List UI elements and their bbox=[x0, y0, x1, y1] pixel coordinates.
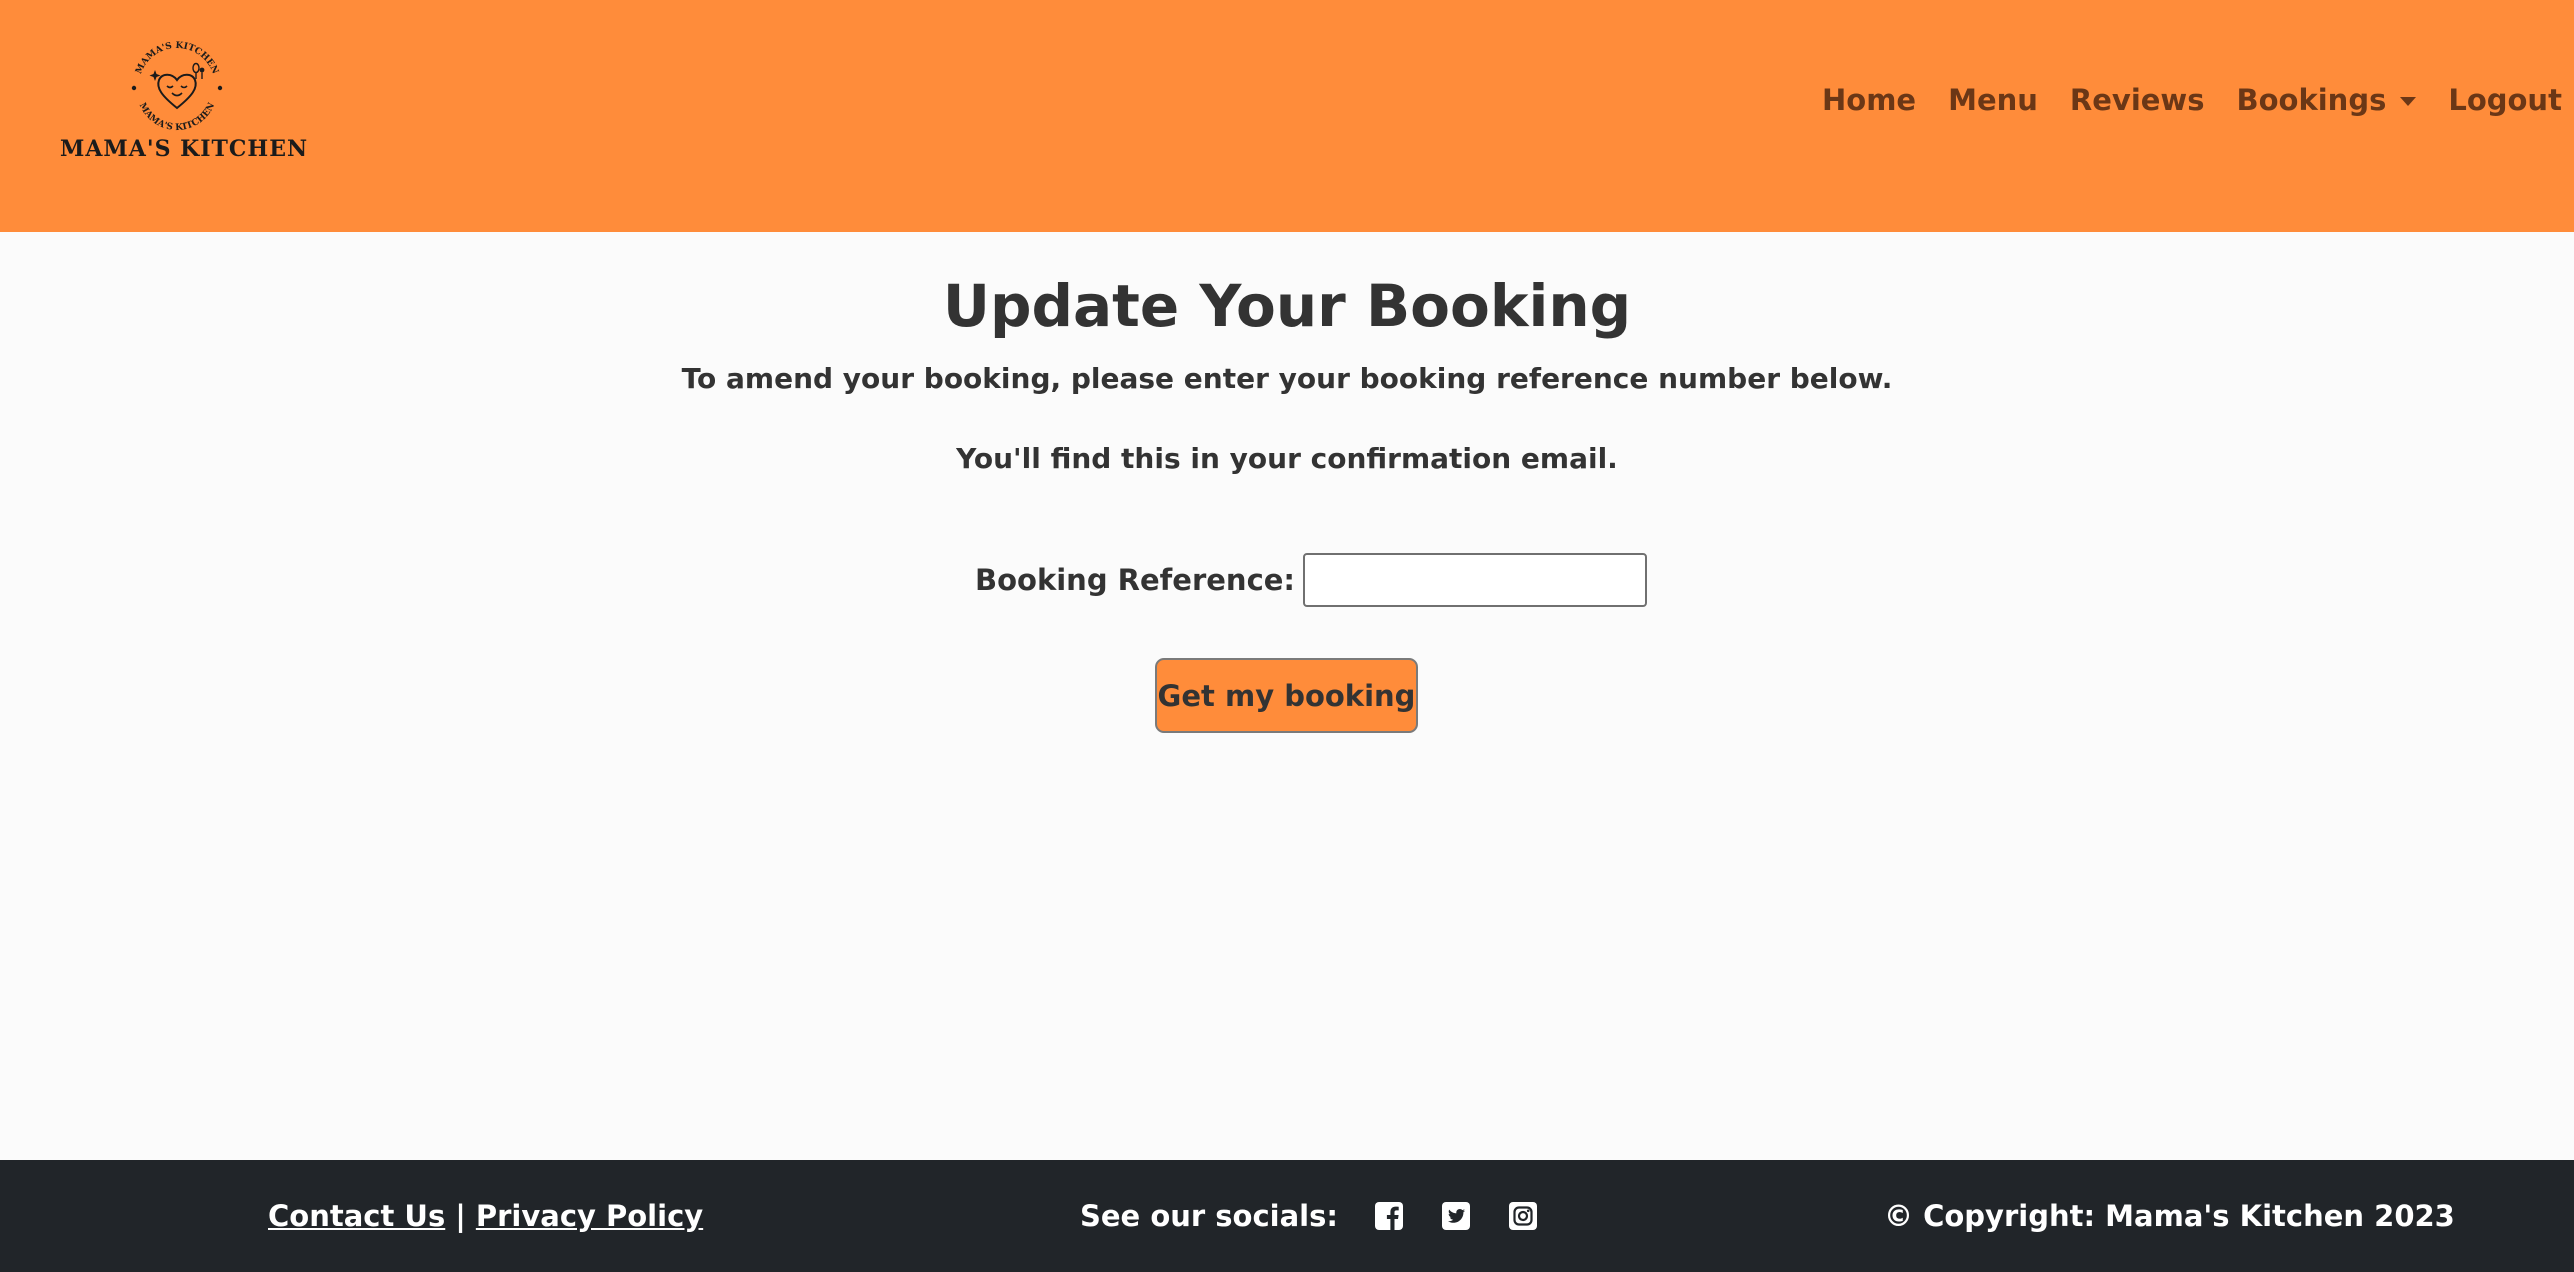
nav-bookings-label: Bookings bbox=[2236, 83, 2387, 117]
logo-text: MAMA'S KITCHEN bbox=[60, 136, 309, 162]
confirmation-hint-text: You'll find this in your confirmation em… bbox=[956, 442, 1618, 475]
main-nav: Home Menu Reviews Bookings Logout bbox=[1822, 78, 2562, 122]
nav-bookings-dropdown[interactable]: Bookings bbox=[2237, 83, 2417, 117]
main-content: Update Your Booking To amend your bookin… bbox=[0, 232, 2574, 1160]
nav-home-link[interactable]: Home bbox=[1822, 83, 1916, 117]
page-title: Update Your Booking bbox=[942, 272, 1632, 340]
facebook-icon[interactable] bbox=[1374, 1201, 1404, 1231]
booking-reference-input[interactable] bbox=[1303, 553, 1648, 607]
get-booking-button[interactable]: Get my booking bbox=[1155, 658, 1418, 733]
instruction-text: To amend your booking, please enter your… bbox=[681, 362, 1893, 395]
privacy-policy-link[interactable]: Privacy Policy bbox=[476, 1199, 703, 1233]
logo-badge-icon: MAMA'S KITCHEN MAMA'S KITCHEN bbox=[131, 41, 223, 133]
site-footer: Contact Us | Privacy Policy See our soci… bbox=[0, 1160, 2574, 1272]
site-logo[interactable]: MAMA'S KITCHEN MAMA'S KITCHEN MAMA'S KIT… bbox=[60, 34, 309, 164]
footer-links: Contact Us | Privacy Policy bbox=[268, 1160, 703, 1272]
copyright-text: © Copyright: Mama's Kitchen 2023 bbox=[1884, 1199, 2455, 1233]
twitter-icon[interactable] bbox=[1441, 1201, 1471, 1231]
nav-logout-link[interactable]: Logout bbox=[2448, 83, 2562, 117]
booking-reference-row: Booking Reference: bbox=[975, 550, 1648, 610]
booking-reference-label: Booking Reference: bbox=[975, 563, 1296, 597]
socials-label: See our socials: bbox=[1080, 1199, 1338, 1233]
site-header: MAMA'S KITCHEN MAMA'S KITCHEN MAMA'S KIT… bbox=[0, 0, 2574, 232]
nav-menu-link[interactable]: Menu bbox=[1948, 83, 2038, 117]
caret-down-icon bbox=[2400, 96, 2417, 106]
svg-text:MAMA'S KITCHEN: MAMA'S KITCHEN bbox=[137, 101, 217, 133]
socials-section: See our socials: bbox=[1080, 1160, 1538, 1272]
instagram-icon[interactable] bbox=[1508, 1201, 1538, 1231]
footer-separator: | bbox=[455, 1199, 466, 1233]
contact-us-link[interactable]: Contact Us bbox=[268, 1199, 445, 1233]
nav-reviews-link[interactable]: Reviews bbox=[2070, 83, 2205, 117]
svg-text:MAMA'S KITCHEN: MAMA'S KITCHEN bbox=[134, 41, 220, 76]
